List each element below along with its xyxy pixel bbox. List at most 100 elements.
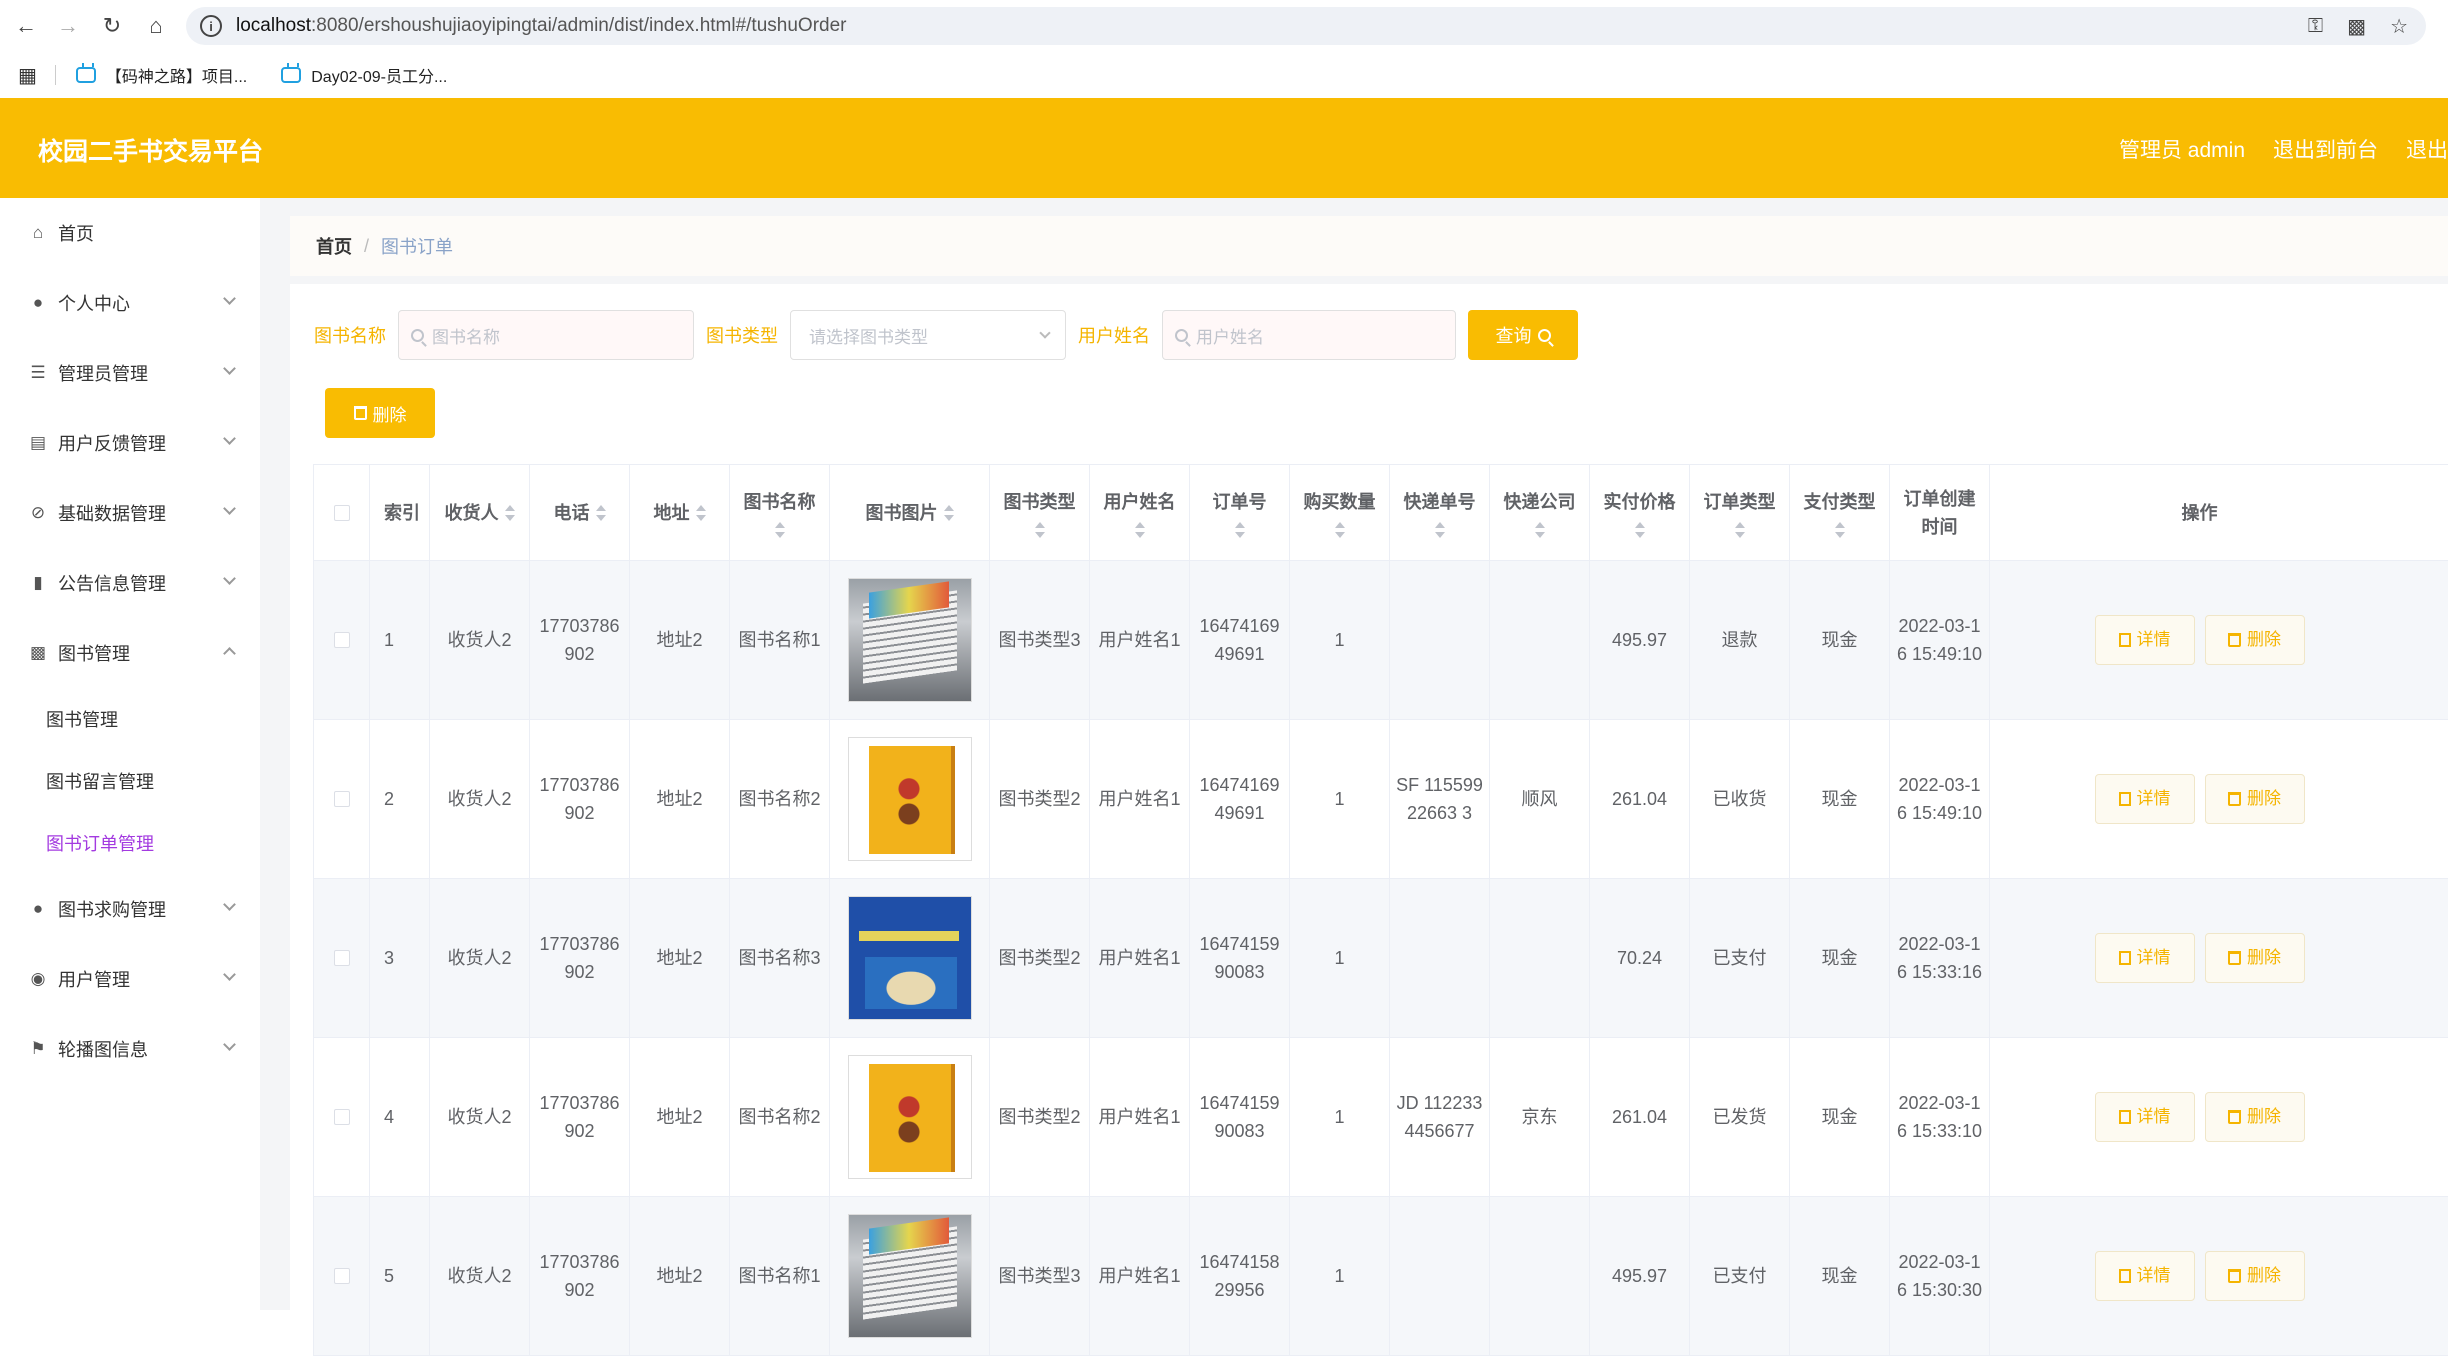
row-checkbox[interactable]	[333, 1268, 350, 1284]
header-book-name[interactable]: 图书名称	[730, 465, 830, 560]
delete-button[interactable]: 删除	[2204, 615, 2305, 665]
breadcrumb-home[interactable]: 首页	[316, 233, 352, 259]
back-icon[interactable]: ←	[10, 10, 42, 42]
sort-icon[interactable]	[1534, 521, 1545, 538]
logout-link[interactable]: 退出	[2406, 134, 2448, 164]
sort-icon[interactable]	[1634, 521, 1645, 538]
header-order-type[interactable]: 订单类型	[1690, 465, 1790, 560]
book-name-input[interactable]: 图书名称	[398, 310, 694, 360]
sort-icon[interactable]	[1034, 521, 1045, 538]
sidebar-item-feedback-management[interactable]: ▤ 用户反馈管理	[0, 408, 260, 478]
detail-label: 详情	[2136, 948, 2171, 967]
header-receiver[interactable]: 收货人	[430, 465, 530, 560]
sort-icon[interactable]	[1234, 521, 1245, 538]
cell-book-type: 图书类型3	[990, 561, 1090, 719]
sidebar-item-notice-management[interactable]: ▮ 公告信息管理	[0, 548, 260, 618]
row-checkbox[interactable]	[333, 632, 350, 648]
bookmark-item[interactable]: 【码神之路】项目...	[75, 63, 247, 87]
sidebar-item-user-management[interactable]: ◉ 用户管理	[0, 944, 260, 1014]
cell-ops: 详情 删除	[1990, 720, 2409, 878]
book-type-select[interactable]: 请选择图书类型	[790, 310, 1066, 360]
batch-delete-button[interactable]: 删除	[325, 388, 435, 438]
detail-button[interactable]: 详情	[2094, 1092, 2195, 1142]
sidebar-subitem-book-orders[interactable]: 图书订单管理	[0, 812, 260, 874]
sort-icon[interactable]	[1134, 521, 1145, 538]
sort-icon[interactable]	[1434, 521, 1445, 538]
user-name-input[interactable]: 用户姓名	[1162, 310, 1456, 360]
delete-button[interactable]: 删除	[2204, 1092, 2305, 1142]
document-icon	[2118, 1269, 2131, 1283]
book-cover-image[interactable]	[847, 1055, 972, 1179]
header-book-image[interactable]: 图书图片	[830, 465, 990, 560]
star-icon[interactable]: ☆	[2390, 14, 2408, 39]
select-all-checkbox[interactable]	[333, 504, 350, 521]
header-created-time[interactable]: 订单创建时间	[1890, 465, 1990, 560]
detail-button[interactable]: 详情	[2094, 774, 2195, 824]
delete-button[interactable]: 删除	[2204, 1251, 2305, 1301]
bookmark-label: Day02-09-员工分...	[311, 69, 448, 86]
header-quantity[interactable]: 购买数量	[1290, 465, 1390, 560]
sidebar-item-book-management[interactable]: ▩ 图书管理	[0, 618, 260, 688]
header-label: 订单号	[1212, 491, 1267, 512]
cell-value: 已支付	[1712, 1266, 1767, 1286]
sort-icon[interactable]	[595, 504, 606, 521]
cell-value: 2022-03-16 15:49:10	[1896, 616, 1983, 664]
row-checkbox[interactable]	[333, 1109, 350, 1125]
sidebar-subitem-book-comments[interactable]: 图书留言管理	[0, 750, 260, 812]
cell-value: 地址2	[656, 1266, 703, 1286]
delete-button[interactable]: 删除	[2204, 933, 2305, 983]
header-price[interactable]: 实付价格	[1590, 465, 1690, 560]
sort-icon[interactable]	[1734, 521, 1745, 538]
sidebar-item-admin-management[interactable]: ☰ 管理员管理	[0, 338, 260, 408]
sort-icon[interactable]	[1834, 521, 1845, 538]
sort-icon[interactable]	[695, 504, 706, 521]
sidebar-item-personal-center[interactable]: ● 个人中心	[0, 268, 260, 338]
cell-receiver: 收货人2	[430, 879, 530, 1037]
key-icon[interactable]: ⚿	[2308, 15, 2323, 38]
header-express-company[interactable]: 快递公司	[1490, 465, 1590, 560]
header-pay-type[interactable]: 支付类型	[1790, 465, 1890, 560]
sort-icon[interactable]	[1334, 521, 1345, 538]
apps-grid-icon[interactable]: ▦	[18, 63, 37, 88]
bookmark-item[interactable]: Day02-09-员工分...	[281, 63, 447, 87]
address-bar[interactable]: i localhost:8080/ershoushujiaoyipingtai/…	[186, 7, 2426, 45]
document-icon	[2118, 1110, 2131, 1124]
delete-button[interactable]: 删除	[2204, 774, 2305, 824]
sidebar-item-base-data-management[interactable]: ⊘ 基础数据管理	[0, 478, 260, 548]
exit-to-frontend-link[interactable]: 退出到前台	[2273, 134, 2378, 164]
sidebar-item-carousel[interactable]: ⚑ 轮播图信息	[0, 1014, 260, 1084]
detail-button[interactable]: 详情	[2094, 615, 2195, 665]
cell-value: 2022-03-16 15:33:10	[1896, 1093, 1983, 1141]
translate-icon[interactable]: ▩	[2347, 14, 2366, 39]
detail-button[interactable]: 详情	[2094, 1251, 2195, 1301]
home-icon[interactable]: ⌂	[140, 10, 172, 42]
row-checkbox[interactable]	[333, 791, 350, 807]
sidebar-item-home[interactable]: ⌂ 首页	[0, 198, 260, 268]
book-cover-image[interactable]	[847, 896, 972, 1020]
cell-phone: 17703786902	[530, 561, 630, 719]
row-checkbox-cell	[314, 1197, 370, 1355]
header-user-name[interactable]: 用户姓名	[1090, 465, 1190, 560]
detail-button[interactable]: 详情	[2094, 933, 2195, 983]
row-checkbox[interactable]	[333, 950, 350, 966]
header-order-no[interactable]: 订单号	[1190, 465, 1290, 560]
cell-pay-type: 现金	[1790, 1197, 1890, 1355]
header-phone[interactable]: 电话	[530, 465, 630, 560]
sort-icon[interactable]	[774, 521, 785, 538]
sidebar-subitem-books[interactable]: 图书管理	[0, 688, 260, 750]
book-cover-image[interactable]	[847, 737, 972, 861]
sort-icon[interactable]	[504, 504, 515, 521]
site-info-icon[interactable]: i	[200, 15, 222, 37]
header-address[interactable]: 地址	[630, 465, 730, 560]
query-button[interactable]: 查询	[1468, 310, 1578, 360]
book-cover-image[interactable]	[847, 1214, 972, 1338]
sort-icon[interactable]	[943, 504, 954, 521]
reload-icon[interactable]: ↻	[96, 10, 128, 42]
header-book-type[interactable]: 图书类型	[990, 465, 1090, 560]
book-cover-image[interactable]	[847, 578, 972, 702]
header-express-no[interactable]: 快递单号	[1390, 465, 1490, 560]
admin-user-link[interactable]: 管理员 admin	[2119, 134, 2245, 164]
sidebar-item-book-request-management[interactable]: ● 图书求购管理	[0, 874, 260, 944]
forward-icon[interactable]: →	[52, 10, 84, 42]
sidebar-item-label: 用户反馈管理	[58, 434, 166, 454]
